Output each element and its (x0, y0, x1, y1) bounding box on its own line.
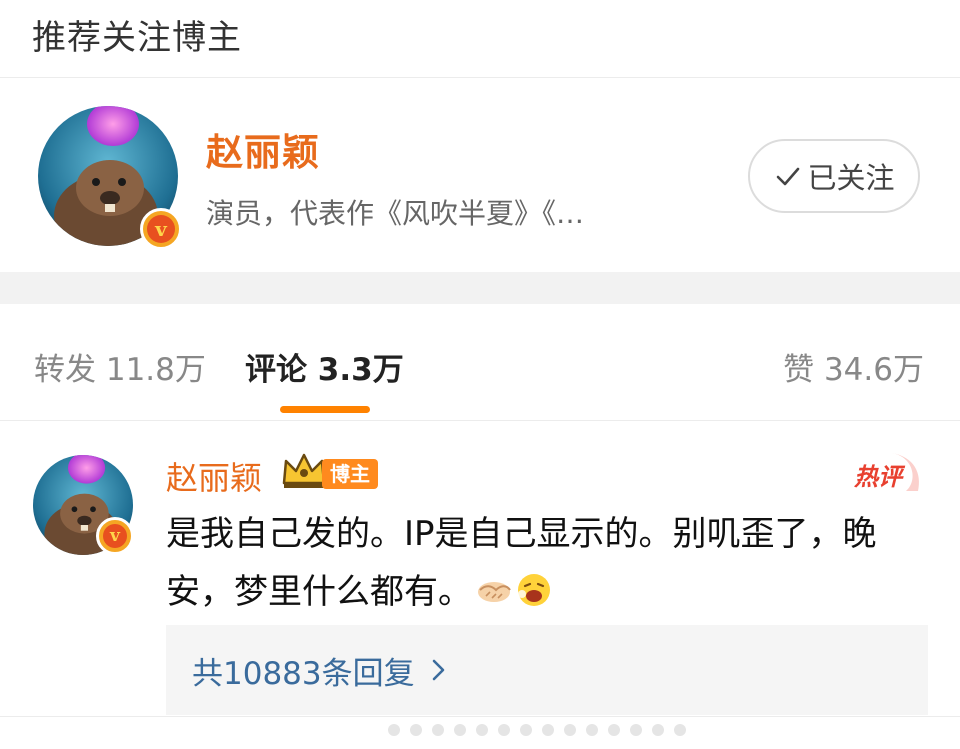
follow-button[interactable]: 已关注 (748, 139, 920, 213)
handshake-emoji-icon (476, 568, 512, 604)
tab-like[interactable]: 赞 34.6万 (783, 344, 924, 389)
comment-text: 是我自己发的。IP是自己显示的。别叽歪了，晚安，梦里什么都有。 (166, 505, 906, 621)
hot-comment-badge: 热评 (853, 453, 919, 491)
chevron-right-icon (431, 658, 447, 682)
blogger-tag: 博主 (322, 459, 378, 489)
recommended-blogger-card[interactable]: v 赵丽颖 演员，代表作《风吹半夏》《… 已关注 (0, 78, 960, 272)
tab-comment[interactable]: 评论 3.3万 (245, 344, 404, 389)
blogger-name[interactable]: 赵丽颖 (206, 122, 320, 176)
weibo-post-page: 推荐关注博主 v 赵丽颖 演员，代表作《风吹半夏》《… 已关注 转发 11.8万… (0, 0, 960, 749)
active-tab-indicator (280, 406, 370, 413)
blogger-description: 演员，代表作《风吹半夏》《… (206, 197, 585, 230)
check-icon (773, 161, 803, 191)
comment-item[interactable]: v 赵丽颖 博主 热评 是我自己发的。IP是自己显示的。别叽歪了，晚安，梦里什么… (0, 421, 960, 721)
view-replies-button[interactable]: 共10883条回复 (166, 625, 928, 715)
post-stats-tabs: 转发 11.8万 评论 3.3万 赞 34.6万 (0, 304, 960, 420)
verified-badge-icon: v (96, 517, 134, 555)
tab-repost[interactable]: 转发 11.8万 (34, 344, 206, 389)
section-title: 推荐关注博主 (32, 18, 242, 58)
section-separator (0, 272, 960, 304)
divider (0, 716, 960, 717)
hot-comment-label: 热评 (853, 463, 906, 491)
follow-button-label: 已关注 (807, 161, 895, 195)
laughing-emoji-icon (516, 568, 552, 606)
verified-badge-icon: v (140, 208, 182, 250)
watermark-dots (388, 724, 686, 736)
comment-author-name[interactable]: 赵丽颖 (166, 453, 262, 499)
replies-count-label: 共10883条回复 (192, 655, 415, 692)
crown-icon (282, 453, 326, 488)
